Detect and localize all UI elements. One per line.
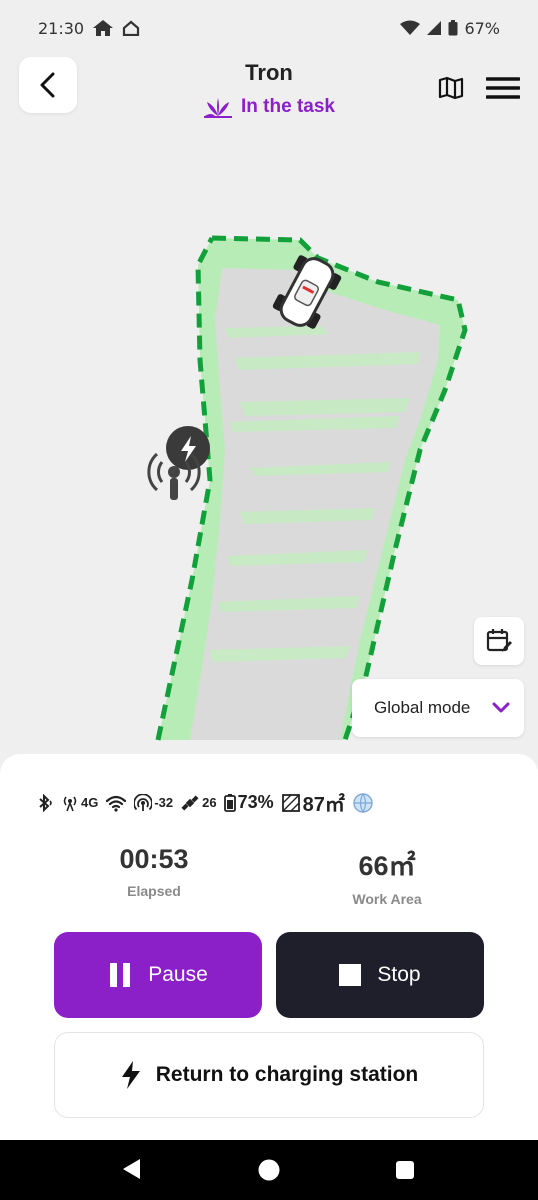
satellite-icon: [181, 794, 199, 811]
cell-tower-icon: [63, 796, 77, 811]
wifi-signal-icon: [106, 795, 127, 812]
elapsed-value: 00:53: [119, 844, 189, 874]
nav-recents-icon[interactable]: [396, 1161, 414, 1179]
home-icon: [93, 20, 114, 36]
indicator-row: 4G -32 26 73% 87㎡: [36, 788, 374, 817]
stop-icon: [339, 964, 362, 986]
area-icon: [281, 793, 300, 812]
stop-button[interactable]: Stop: [276, 932, 484, 1018]
battery-indicator: 73%: [223, 792, 274, 813]
system-nav-bar: [0, 1140, 538, 1200]
nav-home-icon[interactable]: [258, 1159, 280, 1181]
hamburger-icon: [486, 77, 520, 99]
satellite-indicator: 26: [180, 794, 217, 812]
wifi-indicator: [105, 794, 127, 812]
globe-indicator: [352, 792, 374, 814]
rssi-indicator: -32: [134, 793, 174, 812]
elapsed-label: Elapsed: [127, 883, 181, 899]
stop-label: Stop: [377, 963, 421, 986]
stat-elapsed: 00:53 Elapsed: [54, 844, 254, 899]
wifi-icon: [400, 20, 421, 35]
network-indicator: 4G: [61, 794, 98, 812]
pause-icon: [110, 963, 131, 987]
nav-back-icon[interactable]: [121, 1158, 141, 1180]
work-area-value: 66㎡: [358, 851, 416, 881]
bluetooth-indicator: [36, 793, 54, 812]
mode-select[interactable]: Global mode: [352, 679, 524, 737]
mode-select-label: Global mode: [374, 698, 471, 717]
satellite-count: 26: [202, 795, 217, 810]
status-bar: 21:30 67%: [0, 0, 538, 56]
status-battery: 67%: [464, 18, 500, 38]
area-indicator: 87㎡: [281, 788, 345, 817]
lightning-icon: [121, 1061, 140, 1089]
signal-broadcast-icon: [134, 793, 153, 811]
battery-icon: [448, 20, 458, 36]
lawn-map[interactable]: [0, 120, 538, 760]
rssi-value: -32: [154, 795, 174, 810]
area-value: 87㎡: [302, 794, 345, 816]
map-icon: [438, 76, 464, 100]
grass-icon: [204, 98, 232, 118]
battery-level-icon: [223, 793, 236, 812]
battery-value: 73%: [237, 792, 274, 812]
return-label: Return to charging station: [155, 1063, 419, 1086]
stat-work-area: 66㎡ Work Area: [287, 844, 487, 907]
return-to-station-button[interactable]: Return to charging station: [54, 1032, 484, 1118]
pause-button[interactable]: Pause: [54, 932, 262, 1018]
bluetooth-icon: [39, 793, 52, 812]
work-area-label: Work Area: [352, 891, 422, 907]
control-panel: 4G -32 26 73% 87㎡ 00:53 Elapsed 66㎡ Work: [0, 754, 538, 1140]
calendar-edit-icon: [486, 629, 512, 652]
cell-signal-icon: [427, 21, 442, 35]
map-view-button[interactable]: [434, 72, 468, 104]
globe-icon: [353, 792, 373, 813]
schedule-edit-button[interactable]: [474, 617, 524, 665]
menu-button[interactable]: [484, 72, 522, 104]
status-time: 21:30: [38, 18, 85, 38]
home-outline-icon: [123, 20, 140, 36]
task-status-label: In the task: [241, 96, 335, 117]
chevron-down-icon: [492, 702, 510, 713]
pause-label: Pause: [148, 963, 208, 986]
network-type: 4G: [81, 795, 99, 810]
